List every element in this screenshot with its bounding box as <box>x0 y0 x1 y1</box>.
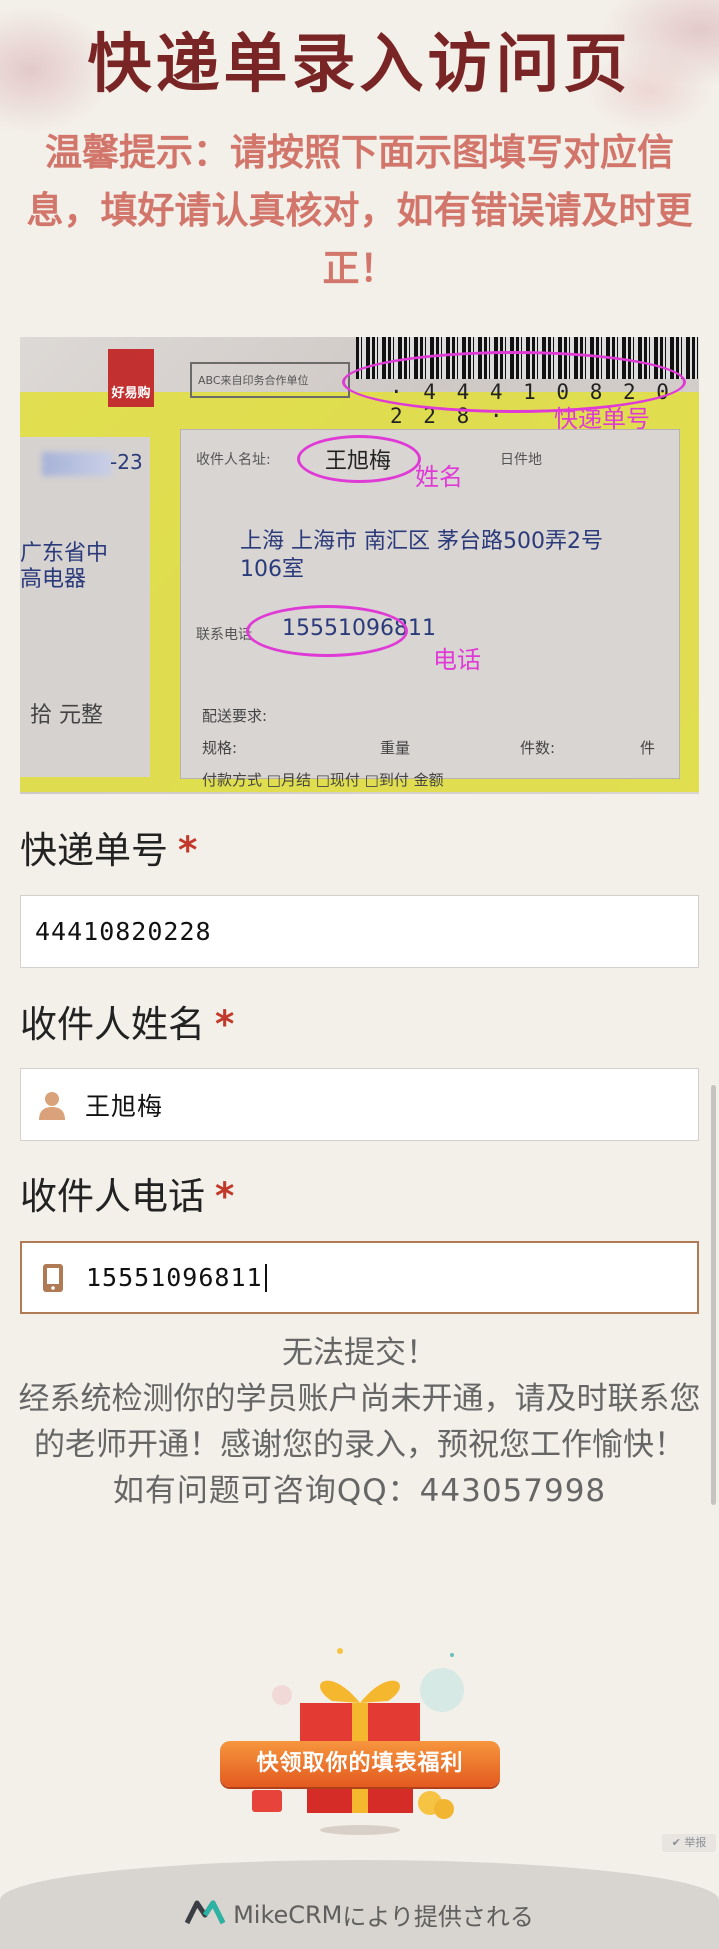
message-line1: 无法提交！ <box>282 1335 437 1371</box>
delivery-field-label: 配送要求: <box>202 707 268 725</box>
waybill-logo: 好易购 <box>108 349 154 407</box>
report-button[interactable]: ✔ 举报 <box>662 1834 716 1852</box>
weight-field-label: 重量 <box>380 739 411 757</box>
scrollbar[interactable] <box>711 1085 716 1505</box>
required-mark: * <box>215 1175 235 1218</box>
phone-highlight-ellipse <box>246 605 408 657</box>
footer-text: により提供される <box>342 1903 534 1931</box>
waybill-left-text2: 高电器 <box>20 567 87 592</box>
claim-benefit-button[interactable]: 快领取你的填表福利 <box>220 1741 500 1787</box>
blurred-text <box>42 452 112 476</box>
date-field-label: 日件地 <box>500 452 542 468</box>
tracking-input-value: 44410820228 <box>35 917 212 946</box>
recipient-name-field-label: 收件人姓名 * <box>20 1000 234 1050</box>
tracking-input[interactable]: 44410820228 <box>20 895 699 968</box>
annotation-phone: 电话 <box>433 646 481 674</box>
recipient-field-label: 收件人名址: <box>196 452 271 468</box>
recipient-name-input-value: 王旭梅 <box>85 1091 164 1121</box>
annotation-tracking: 快递单号 <box>554 405 650 433</box>
message-line3: 如有问题可咨询QQ：443057998 <box>112 1473 607 1509</box>
example-waybill-image: 好易购 ABC来自印务合作单位 · 4 4 4 1 0 8 2 0 2 2 8 … <box>20 337 699 794</box>
message-line2: 经系统检测你的学员账户尚未开通，请及时联系您的老师开通！感谢您的录入，预祝您工作… <box>18 1381 701 1463</box>
payment-line: 付款方式 □月结 □现付 □到付 金额 <box>202 771 444 789</box>
page-title: 快递单录入访问页 <box>87 28 632 102</box>
recipient-phone-input-value: 15551096811 <box>86 1263 263 1292</box>
mikecrm-logo-icon <box>184 1899 226 1931</box>
tracking-field-label: 快递单号 * <box>20 826 197 876</box>
person-icon <box>35 1085 69 1125</box>
annotation-name: 姓名 <box>415 463 463 491</box>
waybill-left-text3: 拾 元整 <box>30 703 103 728</box>
tip-text: 温馨提示：请按照下面示图填写对应信息，填好请认真核对，如有错误请及时更正！ <box>26 131 693 290</box>
required-mark: * <box>178 829 198 872</box>
waybill-address-line2: 106室 <box>240 557 304 582</box>
waybill-left-snippet: -23 <box>110 450 143 474</box>
footer-branding[interactable]: MikeCRM により提供される <box>0 1897 719 1932</box>
submit-error-message: 无法提交！ 经系统检测你的学员账户尚未开通，请及时联系您的老师开通！感谢您的录入… <box>18 1330 701 1514</box>
count-field-label: 件数: <box>520 739 556 757</box>
gift-box-illustration[interactable] <box>212 1635 507 1840</box>
footer-brand-name: MikeCRM <box>233 1900 343 1929</box>
required-mark: * <box>215 1003 235 1046</box>
recipient-phone-label-text: 收件人电话 <box>20 1175 205 1218</box>
text-caret <box>264 1263 267 1292</box>
tracking-label-text: 快递单号 <box>20 829 168 872</box>
recipient-phone-input[interactable]: 15551096811 <box>20 1241 699 1314</box>
phone-icon <box>36 1258 70 1298</box>
recipient-phone-field-label: 收件人电话 * <box>20 1172 234 1222</box>
recipient-name-input[interactable]: 王旭梅 <box>20 1068 699 1141</box>
phone-field-label: 联系电话 <box>196 627 252 643</box>
name-highlight-ellipse <box>297 435 421 483</box>
waybill-abc-box: ABC来自印务合作单位 <box>190 362 350 398</box>
recipient-name-label-text: 收件人姓名 <box>20 1003 205 1046</box>
spec-field-label: 规格: <box>202 739 238 757</box>
count-unit-label: 件 <box>640 739 656 757</box>
